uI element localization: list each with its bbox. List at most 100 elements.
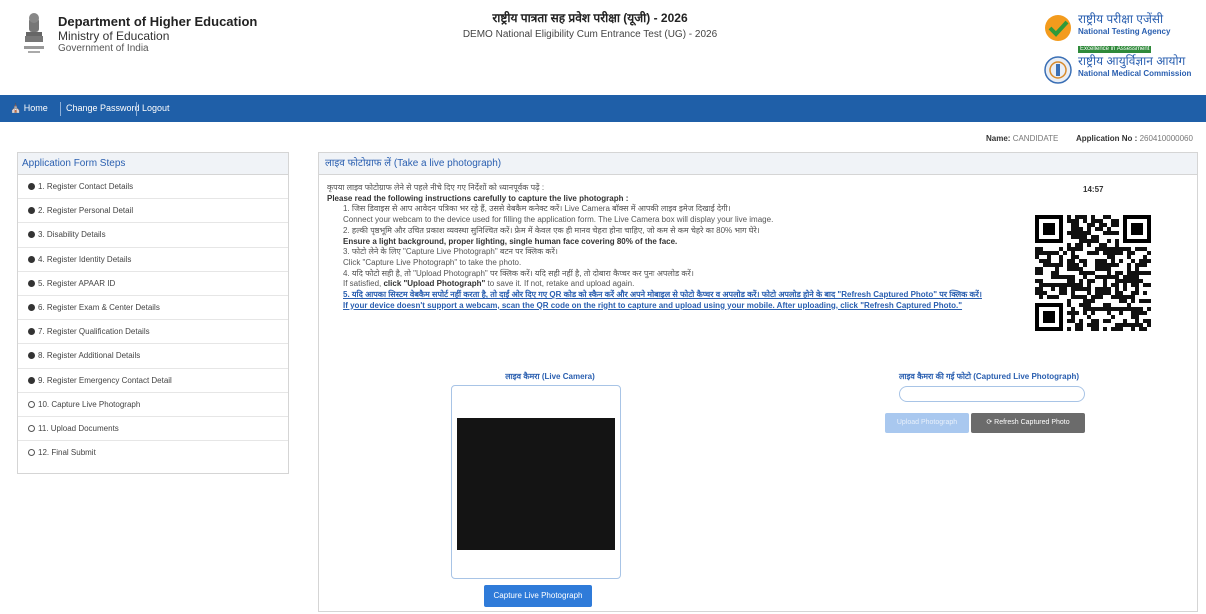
check-circle-icon — [28, 376, 35, 384]
check-circle-icon — [28, 255, 35, 263]
nav-logout-link[interactable]: Logout — [142, 95, 170, 122]
instructions-lead-english: Please read the following instructions c… — [327, 193, 629, 203]
step-label: 5. Register APAAR ID — [38, 278, 116, 288]
check-circle-icon — [28, 207, 35, 215]
step-item[interactable]: 2. Register Personal Detail — [18, 199, 288, 224]
government-name: Government of India — [58, 43, 149, 54]
instruction-5-hindi: 5. यदि आपका सिस्टम वेबकैम सपोर्ट नहीं कर… — [343, 290, 982, 300]
check-circle-icon — [28, 303, 35, 311]
nta-logo: राष्ट्रीय परीक्षा एजेंसी National Testin… — [1040, 12, 1200, 53]
step-item[interactable]: 3. Disability Details — [18, 223, 288, 248]
national-emblem-icon — [24, 13, 44, 53]
candidate-name-value: CANDIDATE — [1012, 134, 1059, 143]
instruction-4-text: to save it. If not, retake and upload ag… — [485, 279, 635, 289]
step-item[interactable]: 10. Capture Live Photograph — [18, 393, 288, 417]
upload-photograph-button[interactable]: Upload Photograph — [885, 413, 969, 433]
capture-live-photograph-button[interactable]: Capture Live Photograph — [484, 585, 592, 607]
nav-home-link[interactable]: ⛪ Home — [10, 95, 48, 122]
nav-change-password-link[interactable]: Change Password — [66, 95, 140, 122]
refresh-icon: ⟳ — [986, 419, 993, 426]
application-number-label: Application No : — [1076, 134, 1138, 143]
instruction-3-hindi: 3. फोटो लेने के लिए "Capture Live Photog… — [343, 247, 558, 257]
ministry-name: Ministry of Education — [58, 29, 170, 43]
nta-name-hindi: राष्ट्रीय परीक्षा एजेंसी — [1078, 12, 1164, 26]
steps-panel-title: Application Form Steps — [18, 153, 288, 175]
nmc-seal-icon — [1044, 56, 1072, 84]
instructions: कृपया लाइव फोटोग्राफ लेने से पहले नीचे द… — [327, 183, 997, 311]
empty-circle-icon — [28, 400, 35, 408]
candidate-name-label: Name: — [986, 134, 1011, 143]
step-label: 4. Register Identity Details — [38, 254, 132, 264]
step-item[interactable]: 4. Register Identity Details — [18, 248, 288, 272]
step-item[interactable]: 1. Register Contact Details — [18, 175, 288, 200]
instruction-1-hindi: 1. जिस डिवाइस से आप आवेदन पत्रिका भर रहे… — [343, 204, 731, 214]
panel-title: लाइव फोटोग्राफ लें (Take a live photogra… — [319, 153, 1197, 175]
empty-circle-icon — [28, 449, 35, 457]
step-label: 2. Register Personal Detail — [38, 206, 134, 216]
nta-check-icon — [1045, 15, 1071, 41]
instruction-4-hindi: 4. यदि फोटो सही है, तो "Upload Photograp… — [343, 268, 694, 278]
candidate-name: Name: CANDIDATE — [986, 134, 1058, 143]
empty-circle-icon — [28, 424, 35, 432]
check-circle-icon — [28, 328, 35, 336]
step-item[interactable]: 11. Upload Documents — [18, 417, 288, 442]
check-circle-icon — [28, 279, 35, 287]
instruction-5-english: If your device doesn't support a webcam,… — [343, 300, 963, 310]
exam-title-block: राष्ट्रीय पात्रता सह प्रवेश परीक्षा (यूज… — [410, 10, 770, 42]
instruction-2-hindi: 2. हल्की पृष्ठभूमि और उचित प्रकाश व्यवस्… — [343, 225, 760, 235]
nav-home-label: Home — [23, 103, 48, 113]
application-number: Application No : 260410000060 — [1076, 134, 1193, 143]
step-label: 3. Disability Details — [38, 230, 106, 240]
step-label: 11. Upload Documents — [38, 423, 119, 433]
capture-photo-panel: लाइव फोटोग्राफ लें (Take a live photogra… — [318, 152, 1198, 612]
instruction-4-text: If satisfied, — [343, 279, 384, 289]
department-name: Department of Higher Education — [58, 14, 258, 29]
captured-photo-label: लाइव कैमरा की गई फोटो (Captured Live Pho… — [898, 372, 1080, 381]
live-camera-label: लाइव कैमरा (Live Camera) — [505, 372, 595, 381]
top-navbar: ⛪ Home Change Password Logout — [0, 95, 1206, 122]
instruction-2-english: Ensure a light background, proper lighti… — [343, 236, 678, 246]
nmc-name-hindi: राष्ट्रीय आयुर्विज्ञान आयोग — [1078, 54, 1186, 68]
instruction-4-english: If satisfied, click "Upload Photograph" … — [327, 279, 997, 290]
step-label: 9. Register Emergency Contact Detail — [38, 375, 172, 385]
nta-tagline: Excellence in Assessment — [1078, 46, 1152, 53]
department-block: Department of Higher Education Ministry … — [58, 14, 257, 55]
instructions-lead-hindi: कृपया लाइव फोटोग्राफ लेने से पहले नीचे द… — [327, 183, 545, 192]
live-camera-box — [451, 385, 621, 579]
step-item[interactable]: 7. Register Qualification Details — [18, 320, 288, 345]
check-circle-icon — [28, 352, 35, 360]
instruction-4-bold: click "Upload Photograph" — [383, 279, 486, 289]
instruction-3-english: Click "Capture Live Photograph" to take … — [343, 257, 522, 267]
application-number-value: 260410000060 — [1139, 134, 1193, 143]
application-steps-panel: Application Form Steps 1. Register Conta… — [17, 152, 289, 474]
nav-divider — [136, 102, 137, 116]
step-item[interactable]: 8. Register Additional Details — [18, 344, 288, 369]
qr-code — [1031, 211, 1155, 339]
refresh-captured-photo-button[interactable]: ⟳ Refresh Captured Photo — [971, 413, 1085, 433]
step-label: 1. Register Contact Details — [38, 182, 134, 191]
countdown-timer: 14:57 — [1083, 185, 1104, 194]
check-circle-icon — [28, 231, 35, 239]
nav-divider — [60, 102, 61, 116]
step-item[interactable]: 5. Register APAAR ID — [18, 272, 288, 296]
step-label: 12. Final Submit — [38, 448, 96, 458]
step-label: 10. Capture Live Photograph — [38, 399, 141, 409]
live-camera-feed — [457, 418, 615, 550]
step-item[interactable]: 12. Final Submit — [18, 441, 288, 465]
refresh-button-label: Refresh Captured Photo — [994, 419, 1070, 426]
home-icon: ⛪ — [10, 103, 22, 113]
nta-name-english: National Testing Agency — [1078, 27, 1171, 36]
page-header: Department of Higher Education Ministry … — [0, 0, 1206, 95]
step-label: 7. Register Qualification Details — [38, 327, 150, 337]
instruction-1-english: Connect your webcam to the device used f… — [343, 215, 774, 225]
nmc-logo: राष्ट्रीय आयुर्विज्ञान आयोग National Med… — [1040, 54, 1200, 88]
steps-list: 1. Register Contact Details 2. Register P… — [18, 175, 288, 465]
nmc-name-english: National Medical Commission — [1078, 69, 1192, 78]
step-item[interactable]: 9. Register Emergency Contact Detail — [18, 369, 288, 393]
step-item[interactable]: 6. Register Exam & Center Details — [18, 296, 288, 321]
step-label: 6. Register Exam & Center Details — [38, 302, 160, 312]
captured-photo-field — [899, 386, 1085, 402]
exam-title-hindi: राष्ट्रीय पात्रता सह प्रवेश परीक्षा (यूज… — [492, 11, 688, 25]
exam-title-english: DEMO National Eligibility Cum Entrance T… — [462, 29, 718, 40]
check-circle-icon — [28, 183, 35, 190]
